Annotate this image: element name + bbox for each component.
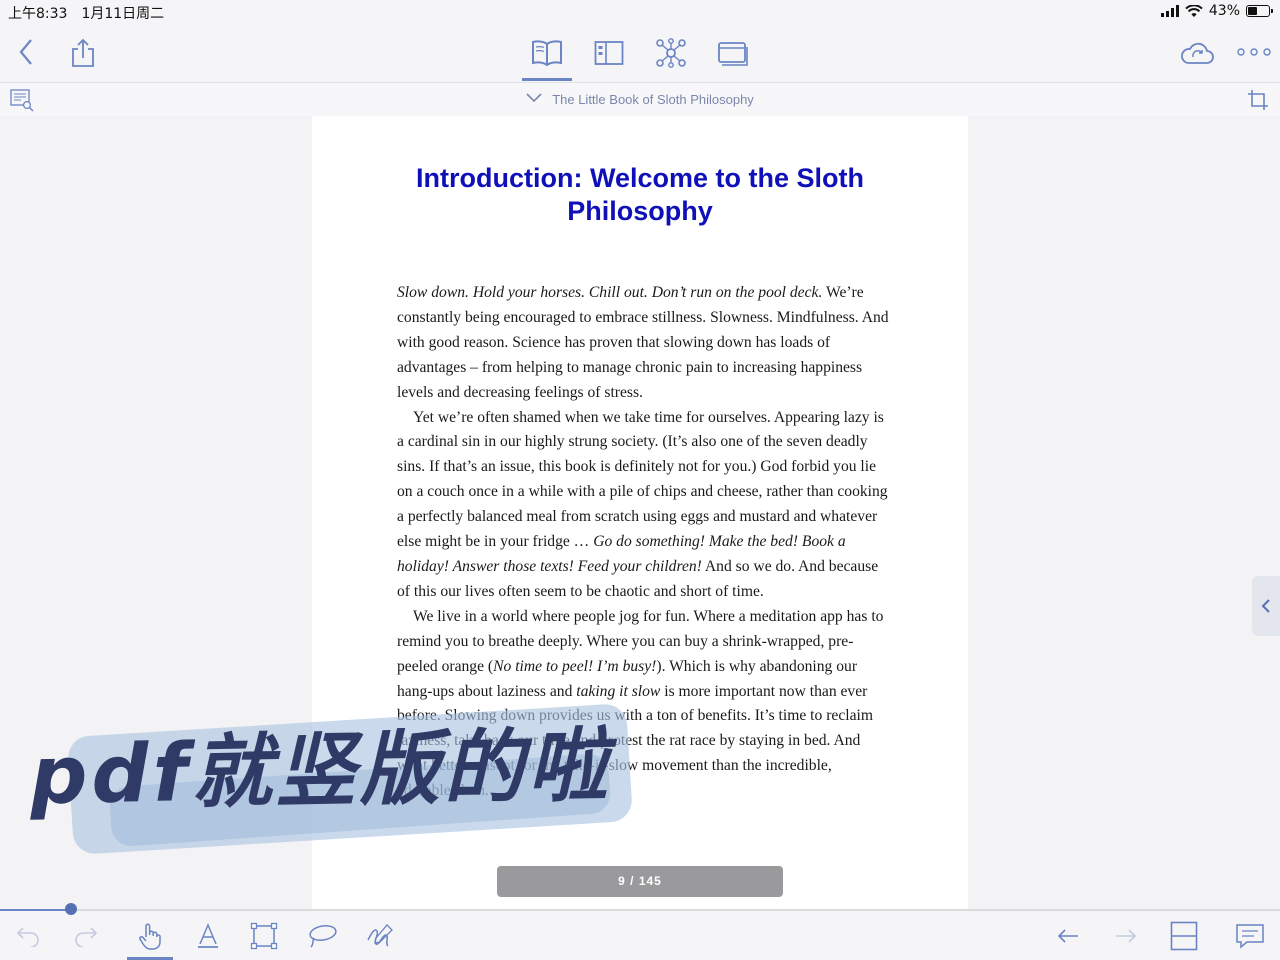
tab-outline[interactable]	[589, 36, 629, 70]
status-date: 1月11日周二	[81, 6, 165, 22]
comment-button[interactable]	[1232, 919, 1268, 953]
crop-icon	[1248, 90, 1268, 110]
chevron-left-icon	[1261, 599, 1270, 613]
battery-icon	[1246, 5, 1273, 17]
document-subbar: The Little Book of Sloth Philosophy	[0, 82, 1280, 116]
wifi-icon	[1185, 4, 1203, 17]
lasso-icon	[309, 924, 337, 948]
paragraph-1: Slow down. Hold your horses. Chill out. …	[397, 281, 889, 406]
side-panel-toggle[interactable]	[1252, 576, 1280, 636]
reading-progress-fill	[0, 909, 71, 911]
reading-area: Introduction: Welcome to the Sloth Philo…	[0, 116, 1280, 910]
grid-icon	[594, 41, 624, 65]
shape-tool-button[interactable]	[246, 919, 282, 953]
tab-cards[interactable]	[713, 36, 753, 70]
share-icon	[72, 38, 94, 67]
undo-button[interactable]	[10, 919, 46, 953]
undo-icon	[16, 927, 39, 947]
more-button[interactable]	[1234, 42, 1274, 62]
paragraph-1-text: We’re constantly being encouraged to emb…	[397, 284, 889, 401]
status-time: 上午8:33	[8, 6, 68, 22]
status-bar: 上午8:33 1月11日周二 43%	[0, 0, 1280, 24]
active-tab-indicator	[522, 78, 572, 81]
prev-page-icon	[1057, 929, 1078, 943]
document-title-text: The Little Book of Sloth Philosophy	[552, 92, 754, 107]
hand-tool-button[interactable]	[132, 919, 168, 953]
paragraph-3-italic-1: No time to peel! I’m busy!	[493, 657, 657, 675]
pen-icon	[367, 924, 393, 947]
redo-button[interactable]	[68, 919, 104, 953]
paragraph-2-text-a: Yet we’re often shamed when we take time…	[397, 408, 888, 551]
next-page-button[interactable]	[1108, 919, 1144, 953]
more-icon	[1237, 48, 1271, 56]
reading-progress-handle[interactable]	[65, 903, 77, 915]
shape-tool-icon	[250, 922, 278, 950]
paragraph-1-italic: Slow down. Hold your horses. Chill out. …	[397, 284, 823, 301]
chevron-down-icon	[526, 93, 542, 103]
prev-page-button[interactable]	[1050, 919, 1086, 953]
paragraph-3-italic-2: taking it slow	[576, 682, 661, 700]
back-button[interactable]	[12, 36, 40, 68]
battery-fill	[1248, 7, 1257, 15]
reading-progress-track[interactable]	[0, 909, 1280, 911]
next-page-icon	[1116, 929, 1137, 943]
paragraph-2: Yet we’re often shamed when we take time…	[397, 406, 889, 605]
redo-icon	[75, 927, 98, 947]
layout-button[interactable]	[1166, 919, 1202, 953]
cloud-sync-button[interactable]	[1177, 36, 1217, 70]
crop-button[interactable]	[1244, 87, 1272, 113]
share-button[interactable]	[66, 36, 100, 70]
top-toolbar	[0, 24, 1280, 82]
book-icon	[532, 40, 562, 67]
tab-mindmap[interactable]	[651, 36, 691, 70]
pen-tool-button[interactable]	[362, 919, 398, 953]
layout-icon	[1170, 921, 1198, 951]
cellular-signal-icon	[1160, 5, 1179, 17]
page-body-text[interactable]: Slow down. Hold your horses. Chill out. …	[397, 281, 889, 804]
paragraph-3: We live in a world where people jog for …	[397, 605, 889, 804]
mindmap-icon	[656, 38, 686, 68]
document-title[interactable]: The Little Book of Sloth Philosophy	[0, 92, 1280, 107]
hand-tool-icon	[139, 923, 161, 950]
text-tool-button[interactable]	[190, 919, 226, 953]
app-window: 上午8:33 1月11日周二 43% The Little Book of Sl…	[0, 0, 1280, 960]
cloud-sync-icon	[1181, 42, 1214, 64]
battery-percent: 43%	[1208, 3, 1240, 19]
bottom-toolbar	[0, 903, 1280, 960]
lasso-tool-button[interactable]	[304, 919, 340, 953]
pdf-page[interactable]: Introduction: Welcome to the Sloth Philo…	[312, 116, 968, 910]
back-chevron-icon	[19, 39, 32, 65]
comment-icon	[1236, 924, 1264, 949]
tab-book[interactable]	[527, 36, 567, 70]
chapter-title: Introduction: Welcome to the Sloth Philo…	[416, 163, 864, 226]
text-tool-icon	[198, 923, 218, 948]
cards-icon	[718, 42, 748, 66]
page-number-indicator: 9 / 145	[497, 866, 783, 897]
